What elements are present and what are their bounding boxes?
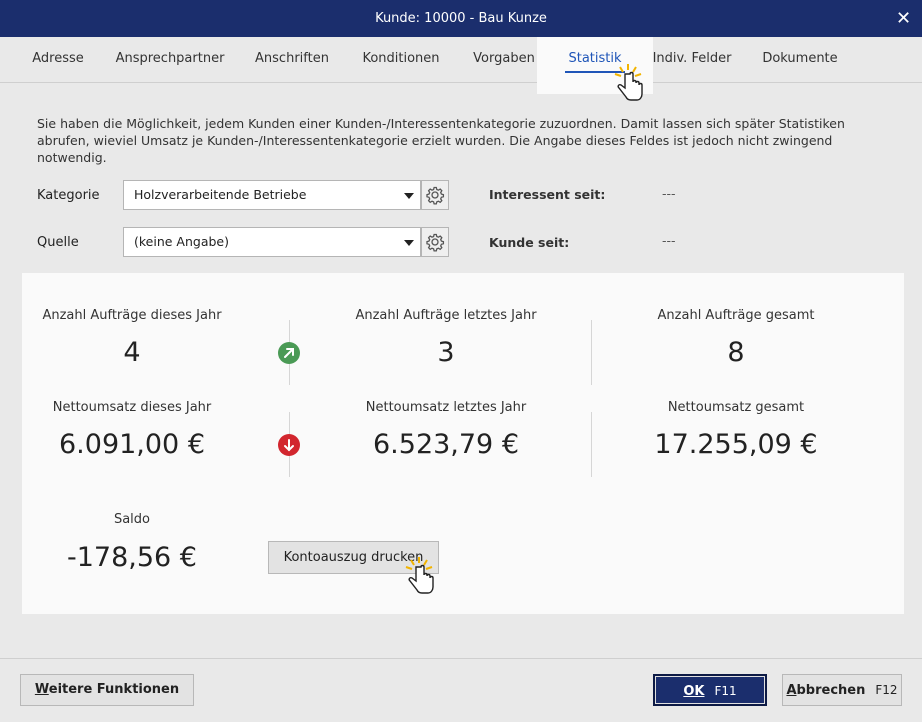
abbrechen-shortcut: F12 (875, 683, 898, 697)
tab-label: Anschriften (255, 51, 329, 66)
mnemonic-letter: W (34, 682, 49, 697)
button-label: eitere Funktionen (48, 682, 180, 697)
gear-icon (426, 186, 445, 205)
window-title: Kunde: 10000 - Bau Kunze (375, 11, 547, 26)
divider (591, 412, 592, 477)
kategorie-settings-button[interactable] (421, 180, 449, 210)
kategorie-label: Kategorie (37, 188, 100, 203)
tab-label: Dokumente (762, 51, 838, 66)
tab-label: Indiv. Felder (652, 51, 732, 66)
kategorie-value: Holzverarbeitende Betriebe (134, 187, 307, 202)
kunde-seit-value: --- (662, 233, 676, 248)
mnemonic-letter: A (786, 683, 797, 698)
saldo-value: -178,56 € (67, 542, 197, 573)
close-button[interactable]: ✕ (885, 0, 922, 37)
ok-label: OK (683, 684, 705, 699)
saldo-label: Saldo (113, 512, 151, 527)
interessent-seit-label: Interessent seit: (489, 187, 606, 202)
tab-anschriften[interactable]: Anschriften (246, 37, 338, 82)
quelle-settings-button[interactable] (421, 227, 449, 257)
footer-divider (0, 658, 922, 659)
statistics-panel: Anzahl Aufträge dieses Jahr 4 Anzahl Auf… (22, 273, 904, 614)
auftraege-gesamt-label: Anzahl Aufträge gesamt (657, 308, 815, 323)
umsatz-dieses-jahr-value: 6.091,00 € (59, 429, 205, 460)
ok-button[interactable]: OK F11 (653, 674, 767, 706)
tab-adresse[interactable]: Adresse (22, 37, 94, 82)
auftraege-letztes-jahr-label: Anzahl Aufträge letztes Jahr (355, 308, 537, 323)
auftraege-letztes-jahr-value: 3 (437, 337, 455, 368)
tab-dokumente[interactable]: Dokumente (754, 37, 846, 82)
hand-cursor-icon (614, 64, 643, 101)
auftraege-gesamt-value: 8 (727, 337, 745, 368)
interessent-seit-value: --- (662, 186, 676, 201)
tab-ansprechpartner[interactable]: Ansprechpartner (108, 37, 232, 82)
tab-indiv-felder[interactable]: Indiv. Felder (650, 37, 734, 82)
divider (591, 320, 592, 385)
tab-bar: Adresse Ansprechpartner Anschriften Kond… (0, 37, 922, 94)
umsatz-gesamt-label: Nettoumsatz gesamt (667, 400, 805, 415)
auftraege-dieses-jahr-value: 4 (123, 337, 141, 368)
chevron-down-icon (402, 181, 416, 209)
gear-icon (426, 233, 445, 252)
kunde-seit-label: Kunde seit: (489, 235, 570, 250)
title-bar: Kunde: 10000 - Bau Kunze ✕ (0, 0, 922, 37)
tab-label: Vorgaben (473, 51, 535, 66)
trend-down-badge (278, 434, 300, 456)
trend-up-badge (278, 342, 300, 364)
umsatz-letztes-jahr-label: Nettoumsatz letztes Jahr (365, 400, 527, 415)
umsatz-gesamt-value: 17.255,09 € (654, 429, 818, 460)
umsatz-letztes-jahr-value: 6.523,79 € (373, 429, 519, 460)
umsatz-dieses-jahr-label: Nettoumsatz dieses Jahr (52, 400, 212, 415)
arrow-down-icon (284, 439, 294, 452)
tab-label: Ansprechpartner (115, 51, 225, 66)
tab-vorgaben[interactable]: Vorgaben (464, 37, 544, 82)
weitere-funktionen-button[interactable]: Weitere Funktionen (20, 674, 194, 706)
hand-cursor-icon (405, 557, 434, 594)
tab-label: Konditionen (362, 51, 440, 66)
kategorie-select[interactable]: Holzverarbeitende Betriebe (123, 180, 421, 210)
tab-label: Adresse (32, 51, 84, 66)
button-label: bbrechen (796, 683, 866, 698)
abbrechen-button[interactable]: Abbrechen F12 (782, 674, 902, 706)
auftraege-dieses-jahr-label: Anzahl Aufträge dieses Jahr (42, 308, 222, 323)
quelle-value: (keine Angabe) (134, 234, 229, 249)
close-icon: ✕ (895, 8, 912, 29)
ok-shortcut: F11 (714, 684, 737, 698)
quelle-select[interactable]: (keine Angabe) (123, 227, 421, 257)
tab-konditionen[interactable]: Konditionen (352, 37, 450, 82)
description-text: Sie haben die Möglichkeit, jedem Kunden … (37, 116, 845, 165)
arrow-up-right-icon (284, 348, 294, 358)
quelle-label: Quelle (37, 235, 79, 250)
chevron-down-icon (402, 228, 416, 256)
